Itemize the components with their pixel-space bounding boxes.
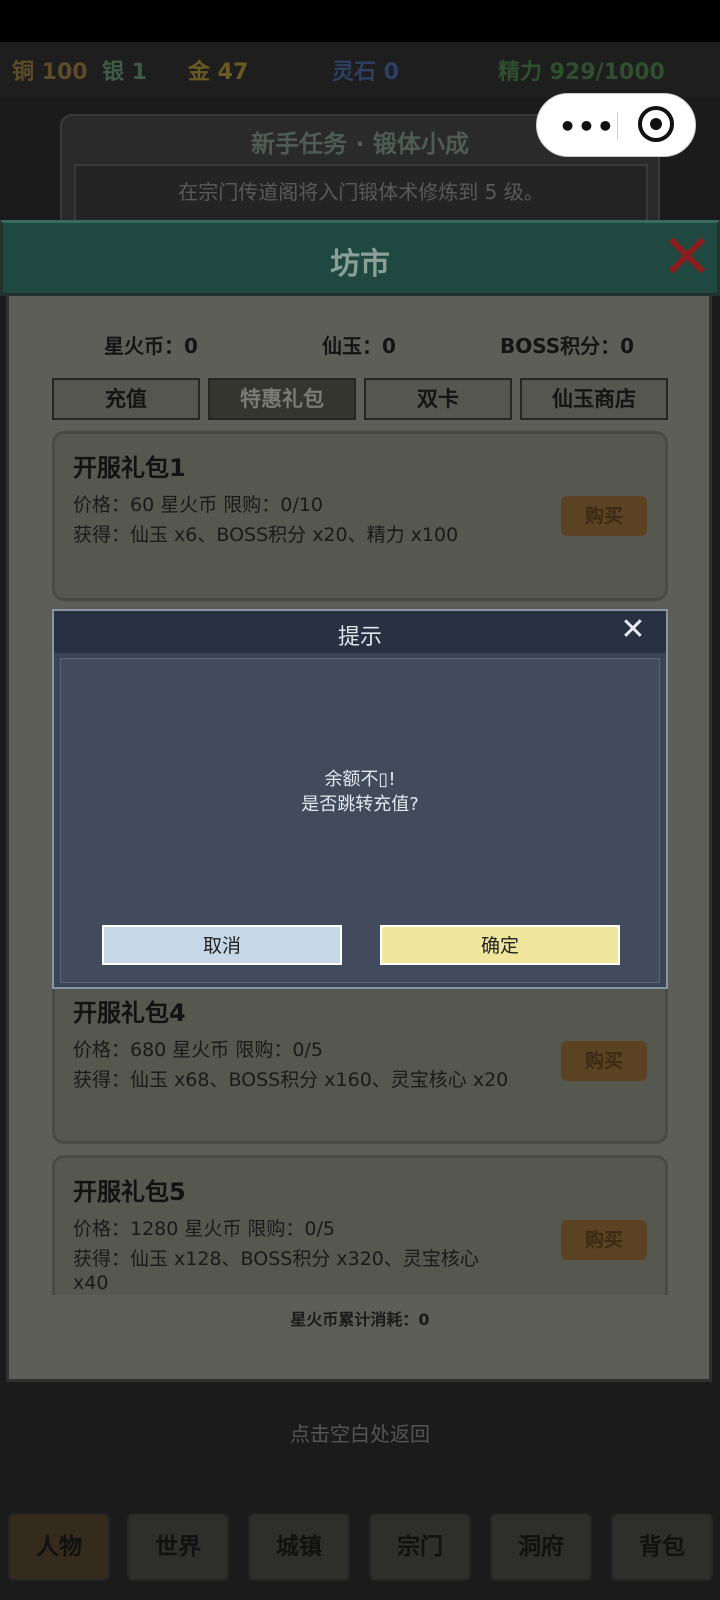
pack-card: 开服礼包4 价格：680 星火币 限购：0/5 获得：仙玉 x68、BOSS积分… bbox=[52, 980, 668, 1144]
nav-world[interactable]: 世界 bbox=[127, 1513, 229, 1581]
starfire-balance: 星火币：0 bbox=[104, 334, 198, 358]
resource-bar: 铜 100 银 1 金 47 灵石 0 精力 929/1000 bbox=[0, 42, 720, 98]
capsule-divider bbox=[617, 112, 618, 140]
quest-description: 在宗门传道阁将入门锻体术修炼到 5 级。 bbox=[74, 164, 648, 224]
buy-button[interactable]: 购买 bbox=[561, 1220, 647, 1260]
pack-reward: 获得：仙玉 x6、BOSS积分 x20、精力 x100 bbox=[73, 524, 459, 546]
pack-card: 开服礼包5 价格：1280 星火币 限购：0/5 获得：仙玉 x128、BOSS… bbox=[52, 1155, 668, 1295]
buy-button[interactable]: 购买 bbox=[561, 1041, 647, 1081]
tab-special-packs[interactable]: 特惠礼包 bbox=[208, 378, 356, 420]
pack-name: 开服礼包5 bbox=[73, 1178, 186, 1206]
pack-name: 开服礼包1 bbox=[73, 454, 186, 482]
nav-cave[interactable]: 洞府 bbox=[490, 1513, 592, 1581]
tab-jade-shop[interactable]: 仙玉商店 bbox=[520, 378, 668, 420]
pack-reward-continued: x40 bbox=[73, 1272, 109, 1294]
market-title: 坊市 bbox=[330, 247, 390, 282]
tab-double-card[interactable]: 双卡 bbox=[364, 378, 512, 420]
market-header: 坊市 bbox=[0, 220, 720, 296]
buy-button[interactable]: 购买 bbox=[561, 496, 647, 536]
pack-price: 价格：1280 星火币 限购：0/5 bbox=[73, 1218, 336, 1240]
nav-sect[interactable]: 宗门 bbox=[369, 1513, 471, 1581]
nav-town[interactable]: 城镇 bbox=[248, 1513, 350, 1581]
pack-reward: 获得：仙玉 x128、BOSS积分 x320、灵宝核心 bbox=[73, 1248, 479, 1270]
status-bar bbox=[0, 0, 720, 42]
copper-count: 铜 100 bbox=[12, 60, 88, 85]
dialog-message-line1: 余额不▯! bbox=[324, 769, 396, 790]
app-root: 铜 100 银 1 金 47 灵石 0 精力 929/1000 新手任务 · 锻… bbox=[0, 0, 720, 1600]
cancel-button[interactable]: 取消 bbox=[102, 925, 342, 965]
pack-price: 价格：60 星火币 限购：0/10 bbox=[73, 494, 323, 516]
dialog-message: 余额不▯! 是否跳转充值? bbox=[61, 767, 659, 817]
energy-count: 精力 929/1000 bbox=[498, 60, 665, 85]
close-miniprogram-icon[interactable] bbox=[638, 106, 674, 142]
boss-points-balance: BOSS积分：0 bbox=[500, 334, 635, 358]
dialog-title: 提示 bbox=[337, 625, 382, 650]
bottom-nav: 人物 世界 城镇 宗门 洞府 背包 bbox=[0, 1505, 720, 1600]
miniprogram-capsule: ••• bbox=[536, 93, 696, 157]
gold-count: 金 47 bbox=[188, 60, 249, 85]
market-close-icon[interactable]: ✕ bbox=[656, 226, 718, 288]
tab-recharge[interactable]: 充值 bbox=[52, 378, 200, 420]
jade-balance: 仙玉：0 bbox=[322, 334, 396, 358]
pack-name: 开服礼包4 bbox=[73, 999, 186, 1027]
dialog-close-icon[interactable]: ✕ bbox=[618, 615, 648, 645]
pack-card: 开服礼包1 价格：60 星火币 限购：0/10 获得：仙玉 x6、BOSS积分 … bbox=[52, 431, 668, 601]
back-hint[interactable]: 点击空白处返回 bbox=[0, 1418, 720, 1447]
dialog-header: 提示 ✕ bbox=[54, 611, 666, 653]
nav-character[interactable]: 人物 bbox=[8, 1513, 110, 1581]
pack-reward: 获得：仙玉 x68、BOSS积分 x160、灵宝核心 x20 bbox=[73, 1069, 509, 1091]
confirm-button[interactable]: 确定 bbox=[380, 925, 620, 965]
starfire-consumption: 星火币累计消耗：0 bbox=[290, 1310, 430, 1329]
more-icon[interactable]: ••• bbox=[557, 108, 617, 144]
pack-price: 价格：680 星火币 限购：0/5 bbox=[73, 1039, 323, 1061]
dialog-message-line2: 是否跳转充值? bbox=[301, 794, 419, 815]
nav-bag[interactable]: 背包 bbox=[611, 1513, 713, 1581]
silver-count: 银 1 bbox=[102, 60, 147, 85]
spirit-stone-count: 灵石 0 bbox=[332, 60, 399, 85]
prompt-dialog: 提示 ✕ 余额不▯! 是否跳转充值? 取消 确定 bbox=[52, 609, 668, 989]
